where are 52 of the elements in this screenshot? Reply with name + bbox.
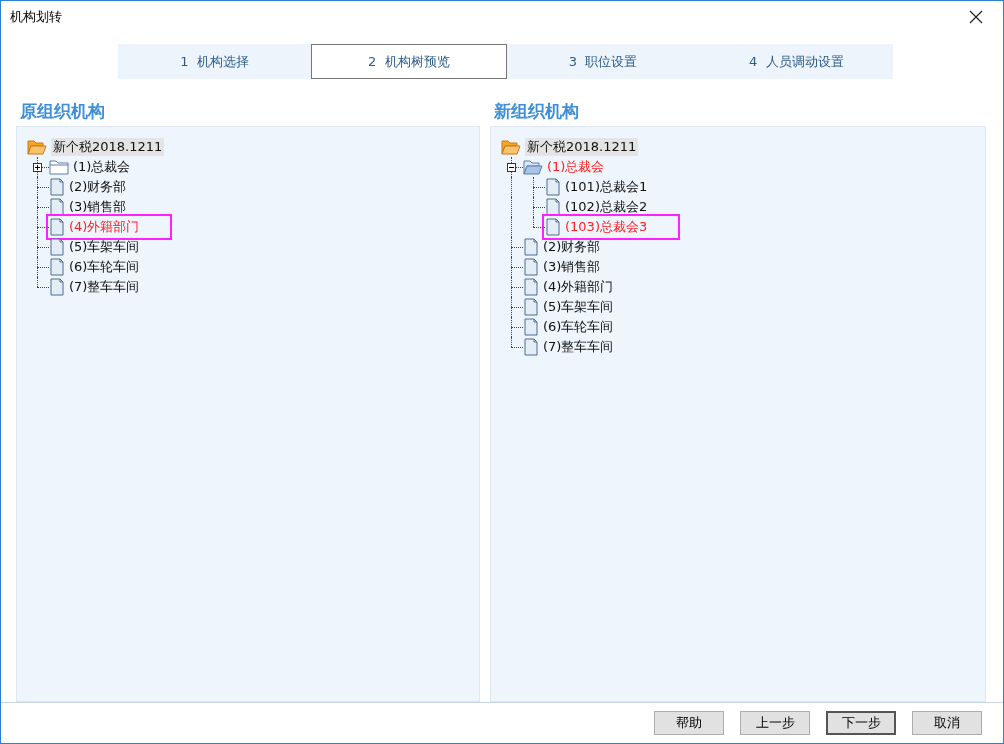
step-tab[interactable]: 2 机构树预览	[311, 44, 507, 79]
tree-node[interactable]: (103)总裁会3	[565, 218, 648, 236]
tree-node[interactable]: (102)总裁会2	[565, 198, 648, 216]
tree-node[interactable]: (1)总裁会	[73, 158, 131, 176]
panel-heading: 新组织机构	[494, 100, 580, 123]
document-icon	[523, 338, 539, 356]
tree-node[interactable]: (7)整车车间	[543, 338, 614, 356]
document-icon	[545, 218, 561, 236]
tree-node[interactable]: (1)总裁会	[547, 158, 605, 176]
step-tab[interactable]: 1 机构选择	[118, 44, 312, 79]
tree-node[interactable]: (3)销售部	[543, 258, 601, 276]
dialog-button[interactable]: 下一步	[826, 711, 896, 735]
panel-heading: 原组织机构	[20, 100, 106, 123]
document-icon	[49, 218, 65, 236]
document-icon	[523, 318, 539, 336]
folder-icon	[49, 158, 69, 176]
document-icon	[545, 178, 561, 196]
document-icon	[523, 238, 539, 256]
tree-node[interactable]: 新个税2018.1211	[51, 138, 165, 156]
document-icon	[523, 298, 539, 316]
tree-node[interactable]: 新个税2018.1211	[525, 138, 639, 156]
document-icon	[49, 178, 65, 196]
tree-node[interactable]: (2)财务部	[543, 238, 601, 256]
tree-node[interactable]: (101)总裁会1	[565, 178, 648, 196]
document-icon	[523, 258, 539, 276]
document-icon	[49, 238, 65, 256]
step-tab[interactable]: 3 职位设置	[506, 44, 700, 79]
tree-node[interactable]: (6)车轮车间	[69, 258, 140, 276]
step-tab[interactable]: 4 人员调动设置	[699, 44, 893, 79]
tree-node[interactable]: (4)外籍部门	[69, 218, 140, 236]
document-icon	[545, 198, 561, 216]
open-folder-icon	[523, 158, 543, 176]
collapse-icon[interactable]	[507, 163, 516, 172]
dialog-button[interactable]: 帮助	[654, 711, 724, 735]
document-icon	[49, 198, 65, 216]
document-icon	[523, 278, 539, 296]
tree-node[interactable]: (4)外籍部门	[543, 278, 614, 296]
tree-node[interactable]: (7)整车车间	[69, 278, 140, 296]
open-folder-icon	[27, 138, 47, 156]
document-icon	[49, 278, 65, 296]
tree-node[interactable]: (6)车轮车间	[543, 318, 614, 336]
tree-node[interactable]: (5)车架车间	[543, 298, 614, 316]
open-folder-icon	[501, 138, 521, 156]
window-title: 机构划转	[10, 8, 62, 26]
expand-icon[interactable]	[33, 163, 42, 172]
tree-node[interactable]: (5)车架车间	[69, 238, 140, 256]
tree-node[interactable]: (3)销售部	[69, 198, 127, 216]
close-icon[interactable]	[969, 10, 983, 24]
dialog-button[interactable]: 上一步	[740, 711, 810, 735]
document-icon	[49, 258, 65, 276]
dialog-button[interactable]: 取消	[912, 711, 982, 735]
tree-node[interactable]: (2)财务部	[69, 178, 127, 196]
